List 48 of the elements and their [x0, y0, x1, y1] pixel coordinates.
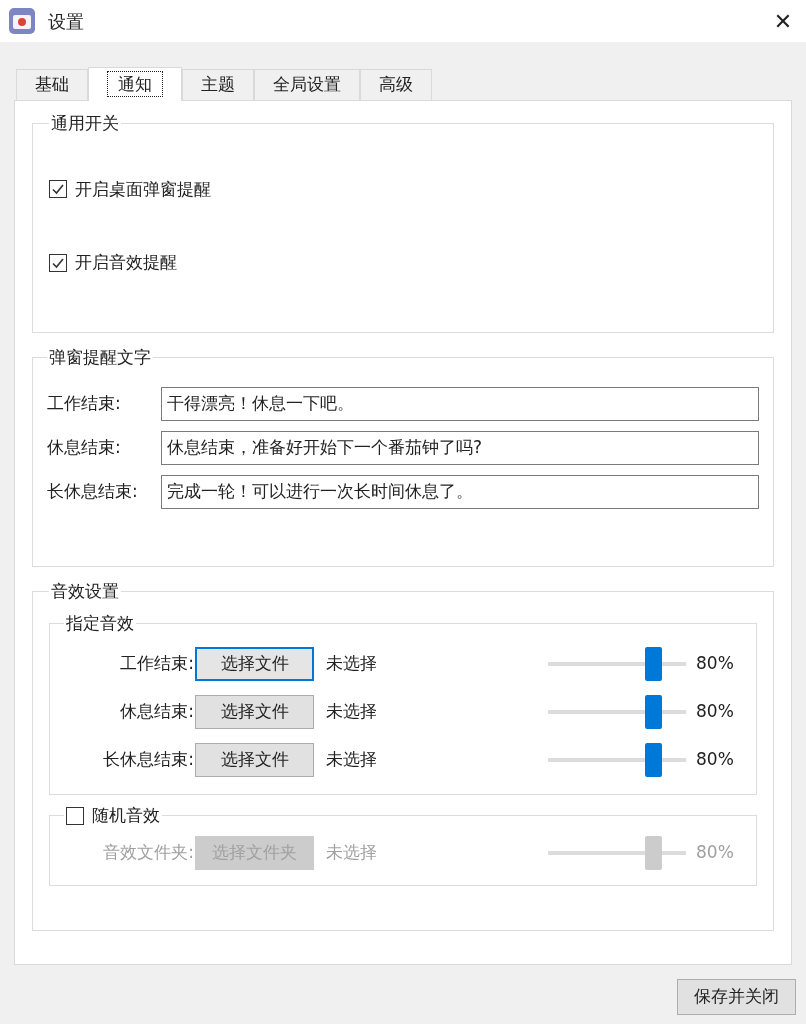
file-status: 未选择	[326, 652, 377, 676]
volume-reading: 80%	[696, 700, 735, 724]
checkbox[interactable]	[49, 253, 67, 272]
volume-reading: 80%	[696, 652, 735, 676]
slider-thumb[interactable]	[644, 695, 662, 729]
text-field[interactable]: 干得漂亮！休息一下吧。	[161, 386, 759, 421]
tab[interactable]: 通知	[88, 67, 182, 101]
text-field[interactable]: 休息结束，准备好开始下一个番茄钟了吗?	[161, 430, 759, 465]
row-label: 工作结束:	[119, 652, 194, 676]
checkbox[interactable]	[49, 180, 67, 199]
volume-reading: 80%	[696, 748, 735, 772]
field-label: 休息结束:	[47, 435, 122, 459]
choose-file-button[interactable]: 选择文件	[195, 695, 314, 729]
checkbox-label: 开启音效提醒	[75, 251, 177, 274]
row-label: 音效文件夹:	[102, 840, 194, 864]
group-title: 指定音效	[65, 611, 135, 635]
row-label: 长休息结束:	[102, 748, 194, 772]
slider-thumb[interactable]	[644, 647, 662, 681]
group-title: 通用开关	[50, 112, 120, 135]
window-title: 设置	[48, 9, 84, 34]
file-status: 未选择	[326, 840, 377, 864]
field-label: 长休息结束:	[47, 479, 139, 503]
slider-thumb[interactable]	[644, 743, 662, 777]
volume-slider[interactable]	[548, 835, 686, 870]
file-status: 未选择	[326, 700, 377, 724]
checkbox-label: 随机音效	[92, 804, 160, 827]
tab[interactable]: 全局设置	[254, 69, 360, 100]
tab[interactable]: 高级	[360, 69, 432, 100]
tab[interactable]: 主题	[182, 69, 254, 100]
group-title: 音效设置	[50, 580, 120, 603]
volume-reading: 80%	[696, 840, 735, 864]
field-label: 工作结束:	[47, 391, 122, 415]
close-button[interactable]: ✕	[768, 6, 798, 36]
checkbox[interactable]	[66, 806, 84, 825]
volume-slider[interactable]	[548, 647, 686, 681]
checkmark-icon	[51, 182, 65, 197]
choose-file-button[interactable]: 选择文件	[195, 647, 314, 681]
volume-slider[interactable]	[548, 695, 686, 729]
volume-slider[interactable]	[548, 743, 686, 777]
file-status: 未选择	[326, 748, 377, 772]
text-field[interactable]: 完成一轮！可以进行一次长时间休息了。	[161, 474, 759, 509]
checkbox-label: 开启桌面弹窗提醒	[75, 177, 211, 201]
app-icon	[8, 7, 36, 35]
choose-file-button[interactable]: 选择文件	[195, 743, 314, 777]
tab[interactable]: 基础	[16, 69, 88, 100]
save-button[interactable]: 保存并关闭	[677, 979, 796, 1015]
group-title: 弹窗提醒文字	[48, 346, 152, 369]
row-label: 休息结束:	[119, 700, 194, 724]
